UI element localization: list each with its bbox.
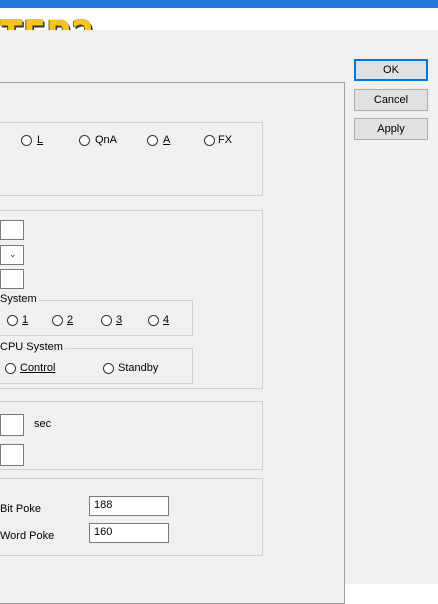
word-poke-value: 160 — [94, 526, 113, 538]
radio-cpu-1-label: 1 — [22, 314, 29, 326]
radio-cpu-2[interactable] — [52, 315, 63, 326]
radio-cpu-3[interactable] — [101, 315, 112, 326]
retry-input[interactable] — [0, 444, 24, 466]
radio-cpu-4[interactable] — [148, 315, 159, 326]
timeout-input[interactable] — [0, 414, 24, 436]
radio-cpu-fx[interactable] — [204, 135, 215, 146]
radio-cpu-1[interactable] — [7, 315, 18, 326]
redundant-cpu-legend: CPU System — [0, 341, 65, 353]
radio-cpu-qna[interactable] — [79, 135, 90, 146]
window-border — [0, 0, 438, 8]
radio-cpu-a-label: A — [163, 134, 171, 146]
radio-cpu-4-label: 4 — [163, 314, 170, 326]
station-input[interactable] — [0, 220, 24, 240]
radio-control[interactable] — [5, 363, 16, 374]
poke-group — [0, 478, 263, 556]
radio-cpu-a[interactable] — [147, 135, 158, 146]
radio-cpu-qna-label: QnA — [95, 134, 118, 146]
timeout-group — [0, 401, 263, 470]
network-dropdown[interactable]: ⌄ — [0, 245, 24, 265]
bit-poke-label: Bit Poke — [0, 503, 41, 515]
radio-cpu-fx-label: FX — [218, 134, 233, 146]
timeout-unit: sec — [34, 418, 52, 430]
pc-number-input[interactable] — [0, 269, 24, 289]
ok-button[interactable]: OK — [354, 59, 428, 81]
bit-poke-value: 188 — [94, 499, 113, 511]
word-poke-label: Word Poke — [0, 530, 55, 542]
radio-cpu-2-label: 2 — [67, 314, 74, 326]
bit-poke-input[interactable]: 188 — [89, 496, 169, 516]
radio-cpu-3-label: 3 — [116, 314, 123, 326]
radio-standby[interactable] — [103, 363, 114, 374]
multi-cpu-legend: System — [0, 293, 39, 305]
properties-dialog: OK Cancel Apply L QnA A FX ⌄ System 1 2 … — [0, 30, 438, 604]
chevron-down-icon: ⌄ — [9, 249, 17, 259]
radio-cpu-l-label: L — [37, 134, 44, 146]
cancel-button[interactable]: Cancel — [354, 89, 428, 111]
radio-control-label: Control — [20, 362, 56, 374]
radio-standby-label: Standby — [118, 362, 159, 374]
word-poke-input[interactable]: 160 — [89, 523, 169, 543]
apply-button[interactable]: Apply — [354, 118, 428, 140]
radio-cpu-l[interactable] — [21, 135, 32, 146]
